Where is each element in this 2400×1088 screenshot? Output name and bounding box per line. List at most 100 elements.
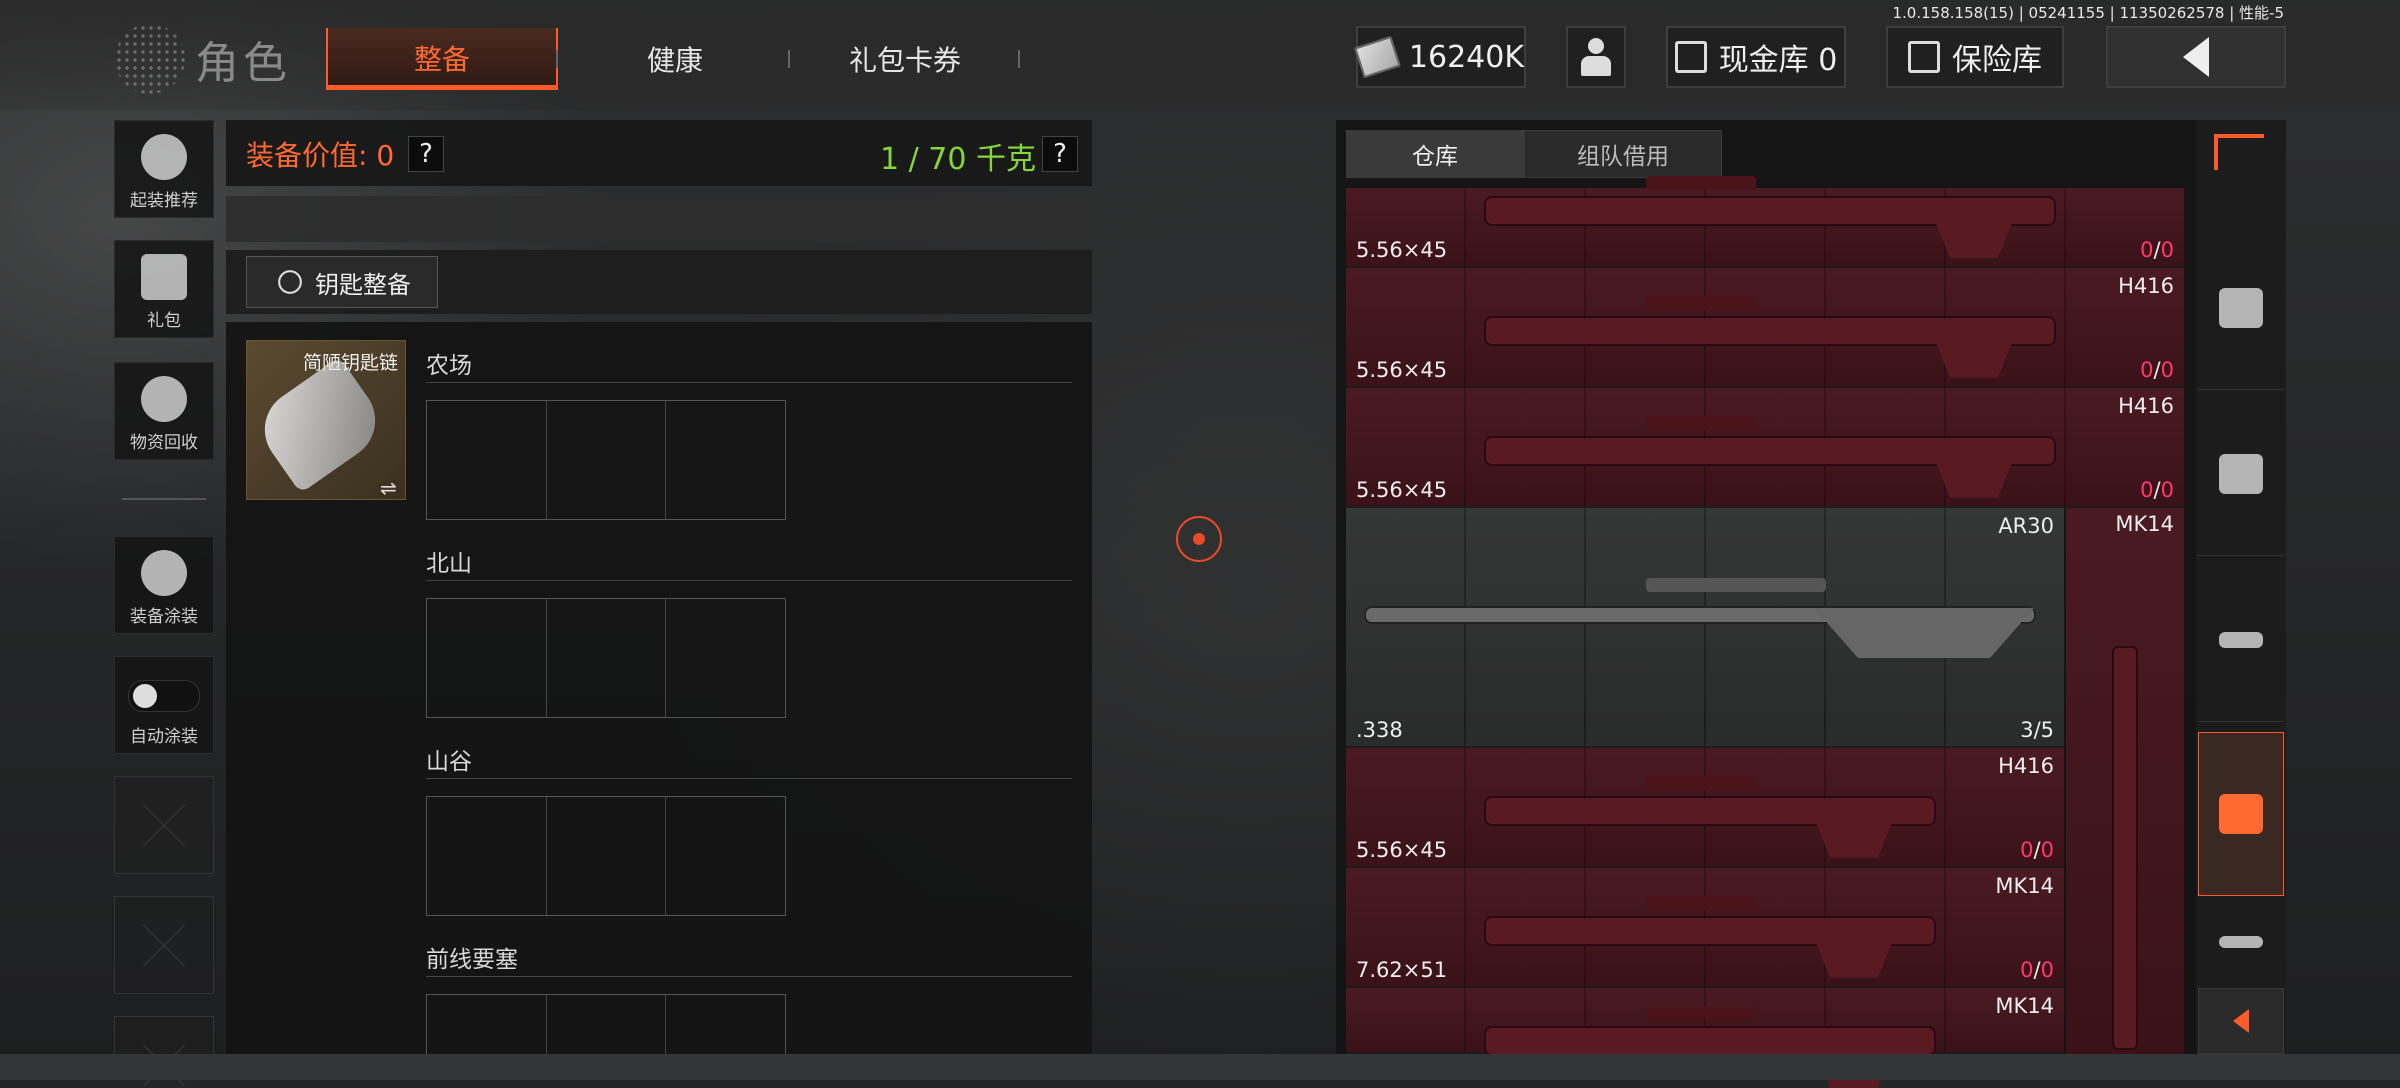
auto-paint-toggle[interactable] [128, 680, 200, 712]
key-slot[interactable] [547, 401, 667, 519]
value-help-button[interactable]: ? [408, 136, 444, 172]
warehouse-item-vertical[interactable]: MK14 [2066, 508, 2184, 1058]
tab-separator [1018, 50, 1020, 68]
rail-collapse-button[interactable] [2198, 988, 2284, 1054]
durability-max: 0 [2040, 838, 2054, 862]
sidebar-item-gift[interactable]: 礼包 [114, 240, 214, 338]
divider [426, 580, 1072, 581]
key-slot[interactable] [547, 797, 667, 915]
key-slot[interactable] [427, 401, 547, 519]
rifle-icon [1486, 295, 2054, 344]
rail-item-rifle[interactable] [2198, 558, 2284, 722]
gift-icon [141, 254, 187, 300]
sidebar-item-recycle[interactable]: 物资回收 [114, 362, 214, 460]
rail-item-crate[interactable] [2198, 226, 2284, 390]
durability-max: 0 [2160, 478, 2174, 502]
tab-packs[interactable]: 礼包卡券 [790, 28, 1020, 90]
warehouse-item-selected[interactable]: AR30 .338 3/5 [1346, 508, 2064, 748]
sidebar-item-paint[interactable]: 装备涂装 [114, 536, 214, 634]
rifle-icon [2219, 631, 2263, 648]
rail-item-sniper[interactable] [2198, 900, 2284, 984]
item-name: MK14 [1995, 874, 2054, 898]
weight-capacity: 1 / 70 千克 [880, 142, 1036, 177]
bottom-bar [0, 1054, 2400, 1080]
back-button[interactable] [2106, 26, 2286, 88]
key-slot[interactable] [547, 995, 667, 1054]
tab-warehouse[interactable]: 仓库 [1346, 130, 1524, 178]
sniper-icon [2219, 936, 2263, 948]
rifle-icon [1486, 415, 2054, 464]
rifle-icon [2114, 648, 2136, 1048]
item-name: H416 [1998, 754, 2054, 778]
key-slot[interactable] [666, 797, 785, 915]
durability-max: 0 [2160, 238, 2174, 262]
insurance-vault-button[interactable]: 保险库 [1886, 26, 2064, 88]
sidebar-item-loadout-recommend[interactable]: 起装推荐 [114, 120, 214, 218]
tab-team-borrow[interactable]: 组队借用 [1524, 130, 1722, 178]
warehouse-item[interactable]: H416 5.56×45 0/0 [1346, 268, 2184, 388]
rifle-icon [1486, 1006, 1934, 1054]
cash-vault-button[interactable]: 现金库 0 [1666, 26, 1846, 88]
item-caliber: 5.56×45 [1356, 238, 1448, 262]
key-slot-grid[interactable] [426, 994, 786, 1054]
rail-item-vest[interactable] [2198, 732, 2284, 896]
durability-current: 0 [2140, 478, 2154, 502]
crate-icon [2219, 287, 2263, 328]
rifle-icon [1486, 895, 1934, 944]
sniper-rifle-icon [1366, 577, 2034, 622]
secondary-bar [226, 196, 1092, 242]
avatar-button[interactable] [1566, 26, 1626, 88]
sidebar-item-label: 礼包 [147, 311, 181, 331]
item-caliber: 5.56×45 [1356, 478, 1448, 502]
key-slot[interactable] [666, 401, 785, 519]
weight-help-button[interactable]: ? [1042, 136, 1078, 172]
key-slot[interactable] [427, 599, 547, 717]
warehouse-item[interactable]: H416 5.56×45 0/0 [1346, 748, 2064, 868]
operator-icon [1579, 38, 1613, 76]
key-slot[interactable] [666, 995, 785, 1054]
version-label: 1.0.158.158(15) | 05241155 | 11350262578… [1892, 4, 2285, 22]
wrench-icon [278, 270, 302, 294]
money-display[interactable]: 16240K [1354, 26, 1526, 88]
warehouse-tabs: 仓库 组队借用 [1346, 130, 1722, 178]
rifle-icon [1486, 775, 1934, 824]
warehouse-item[interactable]: 5.56×45 0/0 [1346, 176, 2184, 268]
rail-item-shirt[interactable] [2198, 392, 2284, 556]
item-caliber: 5.56×45 [1356, 838, 1448, 862]
divider [426, 778, 1072, 779]
item-durability: 3/5 [2020, 718, 2054, 742]
sidebar-item-label: 起装推荐 [130, 191, 198, 211]
map-title-farm: 农场 [426, 353, 472, 379]
key-slot-grid[interactable] [426, 796, 786, 916]
item-name: AR30 [1998, 514, 2054, 538]
item-durability: 0/0 [2140, 238, 2174, 262]
key-slot[interactable] [666, 599, 785, 717]
key-loadout-button[interactable]: 钥匙整备 [246, 256, 438, 308]
sort-icon[interactable] [2214, 134, 2264, 170]
item-caliber: .338 [1356, 718, 1403, 742]
sidebar-item-label: 自动涂装 [130, 727, 198, 747]
key-slot[interactable] [547, 599, 667, 717]
key-loadout-label: 钥匙整备 [315, 270, 411, 299]
keychain-name: 简陋钥匙链 [302, 352, 398, 374]
key-slot[interactable] [427, 797, 547, 915]
durability-max: 0 [2040, 958, 2054, 982]
item-name: MK14 [1995, 994, 2054, 1018]
sidebar-empty-slot [114, 776, 214, 874]
key-slot-grid[interactable] [426, 400, 786, 520]
chevron-left-icon [2233, 1009, 2249, 1033]
key-slot[interactable] [427, 995, 547, 1054]
shirt-icon [2219, 453, 2263, 494]
key-slot-grid[interactable] [426, 598, 786, 718]
map-title-north-mountain: 北山 [426, 551, 472, 577]
sidebar-item-auto-paint[interactable]: 自动涂装 [114, 656, 214, 754]
chevron-left-icon [2183, 37, 2209, 77]
sidebar-item-label: 物资回收 [130, 433, 198, 453]
swap-icon[interactable]: ⇌ [380, 476, 397, 500]
warehouse-item[interactable]: MK14 7.62×51 0/0 [1346, 868, 2064, 988]
warehouse-item[interactable]: H416 5.56×45 0/0 [1346, 388, 2184, 508]
warehouse-item[interactable]: MK14 [1346, 988, 2064, 1054]
tab-health[interactable]: 健康 [580, 28, 770, 90]
tab-separator [556, 50, 558, 68]
tab-equipment[interactable]: 整备 [326, 28, 558, 90]
